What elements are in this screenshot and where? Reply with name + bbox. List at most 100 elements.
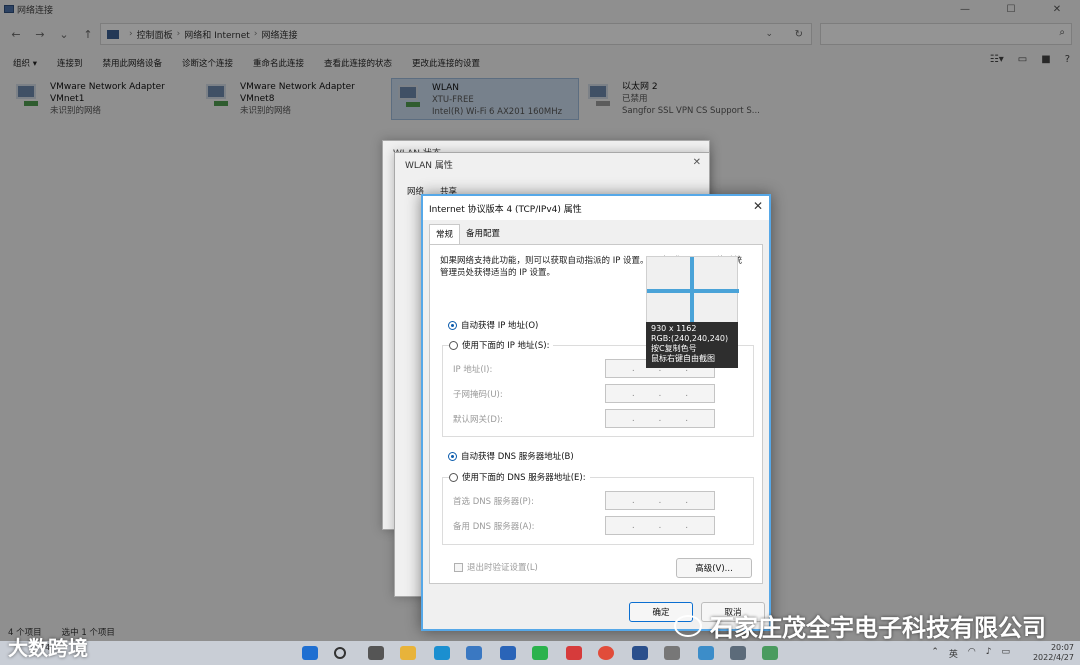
window-title: 网络连接: [17, 5, 54, 16]
ime-indicator[interactable]: 英: [949, 647, 958, 660]
dns-auto-radio[interactable]: 自动获得 DNS 服务器地址(B): [448, 450, 574, 462]
validate-checkbox[interactable]: 退出时验证设置(L): [454, 561, 538, 573]
battery-icon[interactable]: ▭: [1001, 647, 1010, 660]
gateway-field: ...: [605, 409, 715, 428]
adapter-status: 已禁用: [622, 94, 648, 104]
close-icon[interactable]: ✕: [693, 157, 701, 168]
app-icon[interactable]: [566, 646, 582, 660]
dialog-tabs: 常规 备用配置: [429, 224, 506, 245]
radio-label: 使用下面的 DNS 服务器地址(E):: [462, 473, 586, 483]
adapter-network: XTU-FREE: [432, 95, 474, 105]
task-view-icon[interactable]: [368, 646, 384, 660]
gateway-label: 默认网关(D):: [453, 415, 504, 425]
picker-rgb: RGB:(240,240,240): [651, 334, 729, 343]
search-input[interactable]: ⌕: [820, 23, 1072, 45]
up-icon[interactable]: ↑: [76, 28, 100, 41]
company-watermark: 石家庄茂全宇电子科技有限公司: [674, 608, 1046, 643]
adapter-vmnet1[interactable]: VMware Network Adapter VMnet1 未识别的网络: [10, 78, 190, 120]
minimize-button[interactable]: —: [942, 0, 988, 18]
view-options-icon[interactable]: ☷▾: [990, 54, 1004, 65]
chevron-down-icon[interactable]: ⌄: [765, 29, 773, 39]
close-button[interactable]: ✕: [1034, 0, 1080, 18]
app-icon[interactable]: [762, 646, 778, 660]
toolbar-diagnose[interactable]: 诊断这个连接: [182, 57, 233, 69]
dns-settings-group: 使用下面的 DNS 服务器地址(E): 首选 DNS 服务器(P): ... 备…: [442, 471, 754, 545]
chevron-up-icon[interactable]: ⌃: [931, 647, 939, 660]
ip-address-label: IP 地址(I):: [453, 365, 493, 375]
adapter-name: WLAN: [432, 83, 460, 93]
command-toolbar: 组织 ▾ 连接到 禁用此网络设备 诊断这个连接 重命名此连接 查看此连接的状态 …: [0, 54, 1080, 72]
dns-manual-radio[interactable]: 使用下面的 DNS 服务器地址(E):: [449, 471, 590, 483]
color-picker-info: 930 x 1162 RGB:(240,240,240) 按C复制色号 鼠标右键…: [646, 322, 738, 368]
adapter-name: VMware Network Adapter VMnet1: [50, 82, 165, 104]
subnet-mask-label: 子网掩码(U):: [453, 390, 503, 400]
toolbar-status[interactable]: 查看此连接的状态: [324, 57, 392, 69]
forward-icon[interactable]: →: [28, 28, 52, 41]
tab-general[interactable]: 常规: [429, 224, 461, 245]
wifi-icon[interactable]: ◠: [968, 647, 976, 660]
control-panel-icon: [107, 29, 119, 39]
app-icon[interactable]: [500, 646, 516, 660]
checkbox-icon: [454, 562, 463, 572]
network-adapter-icon: [204, 82, 234, 110]
adapter-name: VMware Network Adapter VMnet8: [240, 82, 355, 104]
preferred-dns-field: ...: [605, 491, 715, 510]
dialog-title: WLAN 属性: [405, 161, 453, 171]
dialog-titlebar: Internet 协议版本 4 (TCP/IPv4) 属性 ✕: [423, 196, 769, 220]
radio-label: 自动获得 DNS 服务器地址(B): [461, 452, 574, 462]
control-panel-icon[interactable]: [698, 646, 714, 660]
settings-icon[interactable]: [664, 646, 680, 660]
adapter-status: 未识别的网络: [240, 106, 292, 116]
breadcrumb-item[interactable]: 网络和 Internet: [184, 28, 250, 41]
window-titlebar: 网络连接 — ☐ ✕: [0, 0, 1080, 18]
wechat-icon[interactable]: [532, 646, 548, 660]
radio-unselected-icon: [449, 340, 458, 350]
refresh-icon[interactable]: ↻: [795, 29, 803, 40]
back-icon[interactable]: ←: [4, 28, 28, 41]
toolbar-rename[interactable]: 重命名此连接: [253, 57, 304, 69]
adapter-wlan[interactable]: WLAN XTU-FREE Intel(R) Wi-Fi 6 AX201 160…: [391, 78, 579, 120]
wifi-adapter-icon: [396, 83, 426, 111]
toolbar-disable[interactable]: 禁用此网络设备: [102, 57, 162, 69]
edge-icon[interactable]: [434, 646, 450, 660]
start-icon[interactable]: [302, 646, 318, 660]
store-icon[interactable]: [466, 646, 482, 660]
ip-auto-radio[interactable]: 自动获得 IP 地址(O): [448, 319, 538, 331]
file-explorer-icon[interactable]: [400, 646, 416, 660]
maximize-button[interactable]: ☐: [988, 0, 1034, 18]
radio-unselected-icon: [449, 472, 458, 482]
chevron-down-icon[interactable]: ⌄: [52, 28, 76, 41]
close-icon[interactable]: ✕: [753, 199, 763, 213]
toolbar-connect[interactable]: 连接到: [57, 57, 83, 69]
adapter-device: Sangfor SSL VPN CS Support S...: [622, 106, 760, 116]
picker-hint-copy: 按C复制色号: [651, 344, 697, 353]
radio-selected-icon: [448, 451, 457, 461]
clock-date: 2022/4/27: [1032, 653, 1074, 662]
clock-time: 20:07: [1050, 643, 1074, 652]
breadcrumb-item[interactable]: 网络连接: [261, 28, 297, 41]
preview-pane-icon[interactable]: ■: [1041, 54, 1050, 65]
app-icon[interactable]: [632, 646, 648, 660]
brand-watermark: 大数跨境: [8, 632, 88, 661]
chrome-icon[interactable]: [598, 646, 614, 660]
details-view-icon[interactable]: ▭: [1018, 54, 1027, 65]
adapter-device: Intel(R) Wi-Fi 6 AX201 160MHz: [432, 107, 563, 117]
alternate-dns-field: ...: [605, 516, 715, 535]
ip-manual-radio[interactable]: 使用下面的 IP 地址(S):: [449, 339, 554, 351]
subnet-mask-field: ...: [605, 384, 715, 403]
toolbar-settings[interactable]: 更改此连接的设置: [412, 57, 480, 69]
address-row: ← → ⌄ ↑ › 控制面板 › 网络和 Internet › 网络连接 ⌄ ↻…: [0, 20, 1080, 48]
breadcrumb-item[interactable]: 控制面板: [137, 28, 173, 41]
adapter-name: 以太网 2: [622, 82, 658, 92]
search-icon[interactable]: [334, 647, 346, 659]
adapter-ethernet2[interactable]: 以太网 2 已禁用 Sangfor SSL VPN CS Support S..…: [582, 78, 772, 120]
address-bar[interactable]: › 控制面板 › 网络和 Internet › 网络连接 ⌄ ↻: [100, 23, 812, 45]
help-icon[interactable]: ?: [1065, 54, 1070, 65]
clock[interactable]: 20:07 2022/4/27: [1033, 643, 1074, 663]
app-icon[interactable]: [730, 646, 746, 660]
tab-alternate[interactable]: 备用配置: [460, 224, 506, 244]
advanced-button[interactable]: 高级(V)...: [676, 558, 752, 578]
volume-icon[interactable]: ♪: [986, 647, 992, 660]
toolbar-organize[interactable]: 组织 ▾: [13, 57, 37, 69]
adapter-vmnet8[interactable]: VMware Network Adapter VMnet8 未识别的网络: [200, 78, 380, 120]
